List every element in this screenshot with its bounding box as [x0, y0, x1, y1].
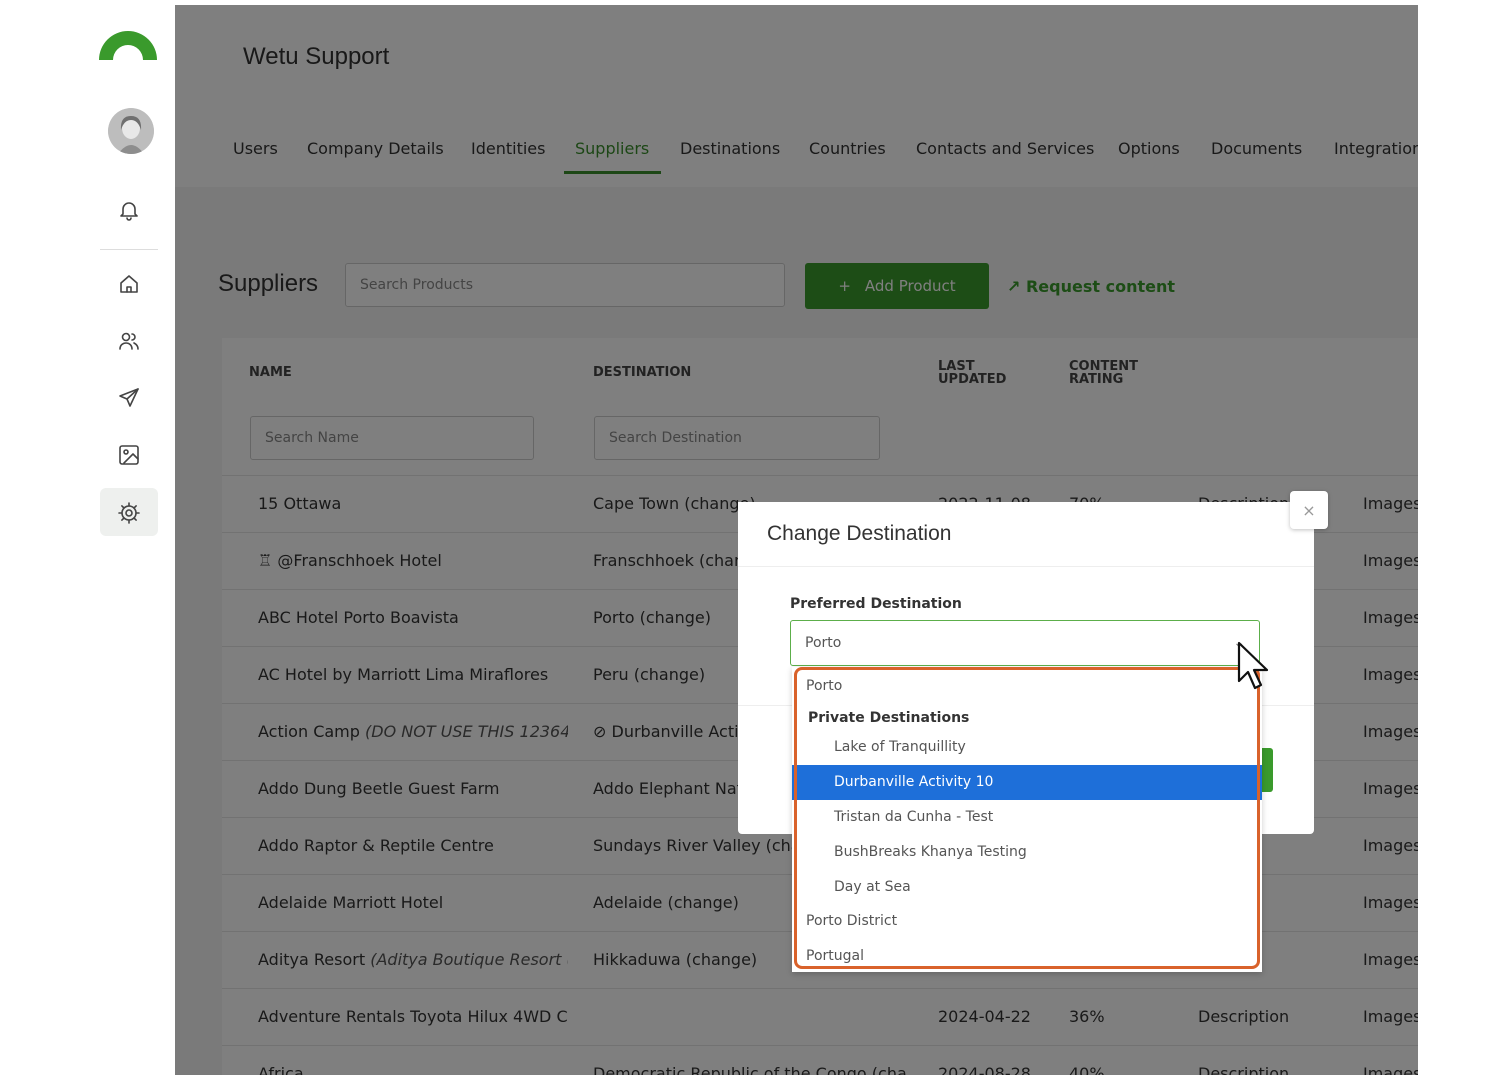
option-portugal[interactable]: Portugal [792, 939, 1262, 972]
send-icon[interactable] [115, 384, 143, 412]
image-icon[interactable] [115, 441, 143, 469]
home-icon[interactable] [115, 270, 143, 298]
option-tristan-da-cunha-test[interactable]: Tristan da Cunha - Test [792, 800, 1262, 835]
selected-value: Porto [805, 635, 842, 651]
sidebar-divider [100, 249, 158, 250]
preferred-destination-select[interactable]: Porto ⌄ [790, 620, 1260, 666]
close-icon[interactable]: × [1290, 491, 1328, 529]
gear-icon[interactable] [115, 499, 143, 527]
option-porto[interactable]: Porto [792, 669, 1262, 704]
modal-header: Change Destination [738, 502, 1314, 567]
modal-title: Change Destination [767, 522, 952, 545]
option-bushbreaks-khanya-testing[interactable]: BushBreaks Khanya Testing [792, 835, 1262, 870]
option-lake-of-tranquillity[interactable]: Lake of Tranquillity [792, 730, 1262, 765]
option-porto-district[interactable]: Porto District [792, 904, 1262, 939]
option-day-at-sea[interactable]: Day at Sea [792, 870, 1262, 905]
bell-icon[interactable] [115, 196, 143, 224]
wetu-logo-icon[interactable] [97, 28, 159, 62]
save-button[interactable] [1262, 748, 1273, 792]
preferred-destination-label: Preferred Destination [790, 596, 962, 612]
users-icon[interactable] [115, 327, 143, 355]
sidebar [0, 0, 175, 1080]
avatar[interactable] [108, 108, 154, 154]
mouse-cursor-icon [1237, 641, 1269, 690]
destination-dropdown-list: Porto Private Destinations Lake of Tranq… [792, 667, 1262, 972]
option-durbanville-activity-10[interactable]: Durbanville Activity 10 [792, 765, 1262, 800]
